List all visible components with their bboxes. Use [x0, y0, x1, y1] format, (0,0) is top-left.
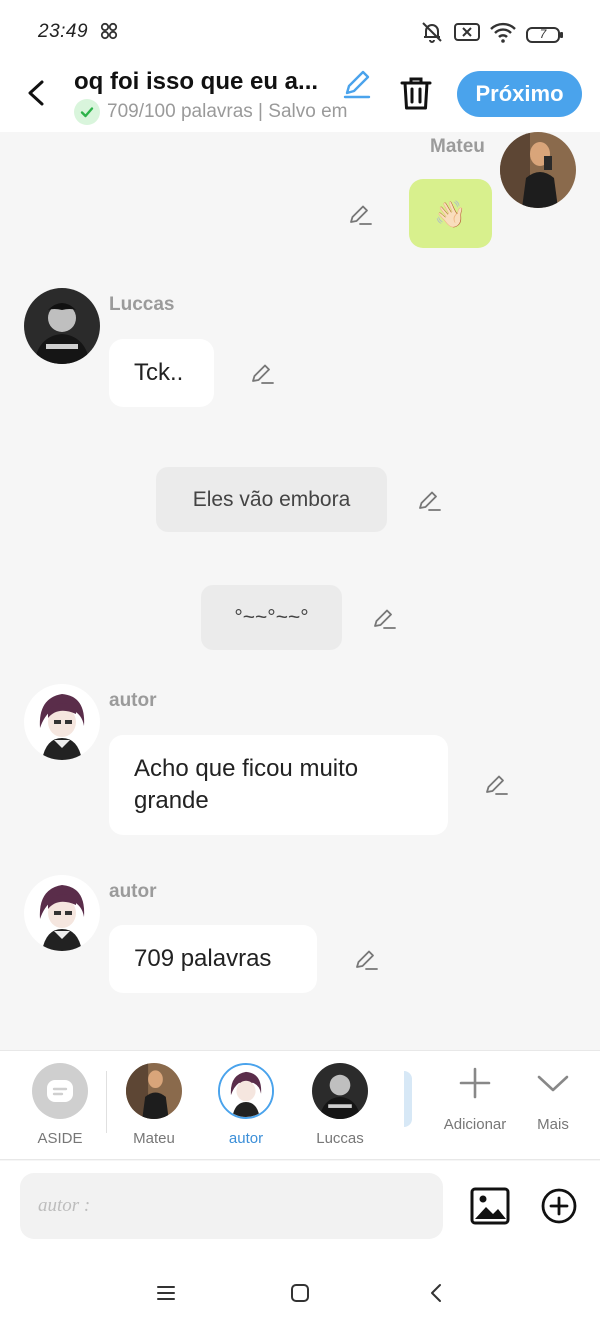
aside-icon	[32, 1063, 88, 1119]
edit-message-button[interactable]	[415, 486, 443, 514]
pencil-icon	[374, 609, 396, 629]
character-partial-avatar[interactable]	[404, 1071, 412, 1127]
story-title[interactable]: oq foi isso que eu a...	[74, 68, 328, 96]
pencil-icon	[343, 70, 371, 99]
avatar-autor[interactable]	[24, 875, 100, 951]
word-count-status: 709/100 palavras | Salvo em	[107, 101, 348, 122]
plus-icon	[459, 1067, 491, 1099]
character-name: autor	[228, 1130, 264, 1147]
pencil-icon	[252, 364, 274, 384]
edit-title-button[interactable]	[340, 66, 374, 100]
character-name: ASIDE	[37, 1130, 83, 1147]
plus-circle-icon	[541, 1188, 577, 1224]
divider	[106, 1071, 107, 1133]
avatar-autor[interactable]	[24, 684, 100, 760]
trash-icon	[400, 77, 432, 110]
message-text-line-1: Acho que ficou muito	[134, 755, 359, 782]
battery-level: 7	[539, 26, 547, 41]
pencil-icon	[350, 205, 372, 225]
battery-icon: 7	[526, 25, 564, 45]
character-name: Mateu	[133, 1130, 175, 1147]
speaker-name: Mateu	[430, 136, 485, 157]
edit-message-button[interactable]	[482, 770, 510, 798]
wifi-icon	[490, 21, 516, 48]
status-bar: 23:49 7	[0, 0, 600, 62]
home-square-icon	[291, 1284, 309, 1302]
character-luccas[interactable]: Luccas	[300, 1063, 380, 1147]
pencil-icon	[419, 491, 441, 511]
chevron-down-icon	[537, 1075, 569, 1092]
add-label: Adicionar	[443, 1116, 507, 1133]
message-bubble[interactable]: Acho que ficou muito grande	[109, 735, 448, 835]
edit-message-button[interactable]	[352, 945, 380, 973]
app-notification-icon	[100, 22, 118, 45]
avatar-luccas[interactable]	[24, 288, 100, 364]
insert-image-button[interactable]	[469, 1186, 511, 1226]
avatar-mateu	[126, 1063, 182, 1119]
narration-text: Eles vão embora	[192, 487, 351, 511]
image-icon	[470, 1187, 510, 1225]
pencil-icon	[486, 775, 508, 795]
speaker-name: autor	[109, 690, 157, 711]
avatar-luccas	[312, 1063, 368, 1119]
message-bubble[interactable]: 709 palavras	[109, 925, 317, 993]
character-autor[interactable]: autor	[206, 1063, 286, 1147]
edit-message-button[interactable]	[248, 359, 276, 387]
character-aside[interactable]: ASIDE	[20, 1063, 100, 1147]
message-text: Tck..	[134, 359, 184, 386]
narration-bubble[interactable]: °~~°~~°	[201, 585, 342, 650]
add-message-button[interactable]	[540, 1187, 578, 1225]
more-button[interactable]: Mais	[526, 1063, 580, 1133]
sim-off-icon	[454, 21, 480, 48]
speaker-name: Luccas	[109, 294, 175, 315]
next-button[interactable]: Próximo	[457, 71, 582, 117]
message-text: 709 palavras	[134, 945, 272, 972]
home-button[interactable]	[286, 1279, 314, 1307]
character-name: Luccas	[316, 1130, 364, 1147]
character-mateu[interactable]: Mateu	[114, 1063, 194, 1147]
back-button[interactable]	[20, 76, 54, 110]
composer	[0, 1161, 600, 1251]
avatar-mateu[interactable]	[500, 132, 576, 208]
edit-message-button[interactable]	[346, 200, 374, 228]
system-navigation-bar	[0, 1251, 600, 1333]
character-selector: ASIDE Mateu autor Luccas Adicionar Mais	[0, 1050, 600, 1160]
edit-message-button[interactable]	[370, 604, 398, 632]
add-character-button[interactable]: Adicionar	[440, 1063, 510, 1133]
saved-check-icon	[74, 99, 100, 125]
bell-muted-icon	[420, 20, 444, 49]
system-back-button[interactable]	[423, 1279, 451, 1307]
back-arrow-icon	[28, 80, 44, 106]
editor-header: oq foi isso que eu a... 709/100 palavras…	[0, 62, 600, 132]
delete-button[interactable]	[398, 74, 434, 112]
message-text-line-2: grande	[134, 787, 209, 814]
message-bubble[interactable]: Tck..	[109, 339, 214, 407]
message-bubble[interactable]: 👋🏻	[409, 179, 492, 248]
message-input[interactable]	[20, 1173, 443, 1239]
chat-area[interactable]: Mateu 👋🏻 Luccas Tck.. Eles vão embora °~…	[0, 132, 600, 1050]
narration-text: °~~°~~°	[234, 605, 309, 629]
speaker-name: autor	[109, 881, 157, 902]
pencil-icon	[356, 950, 378, 970]
menu-icon	[157, 1286, 175, 1300]
narration-bubble[interactable]: Eles vão embora	[156, 467, 387, 532]
back-chevron-icon	[431, 1284, 441, 1302]
status-time: 23:49	[38, 21, 89, 42]
message-text: 👋🏻	[434, 198, 467, 229]
more-label: Mais	[537, 1116, 569, 1133]
avatar-autor	[218, 1063, 274, 1119]
recent-apps-button[interactable]	[152, 1279, 180, 1307]
